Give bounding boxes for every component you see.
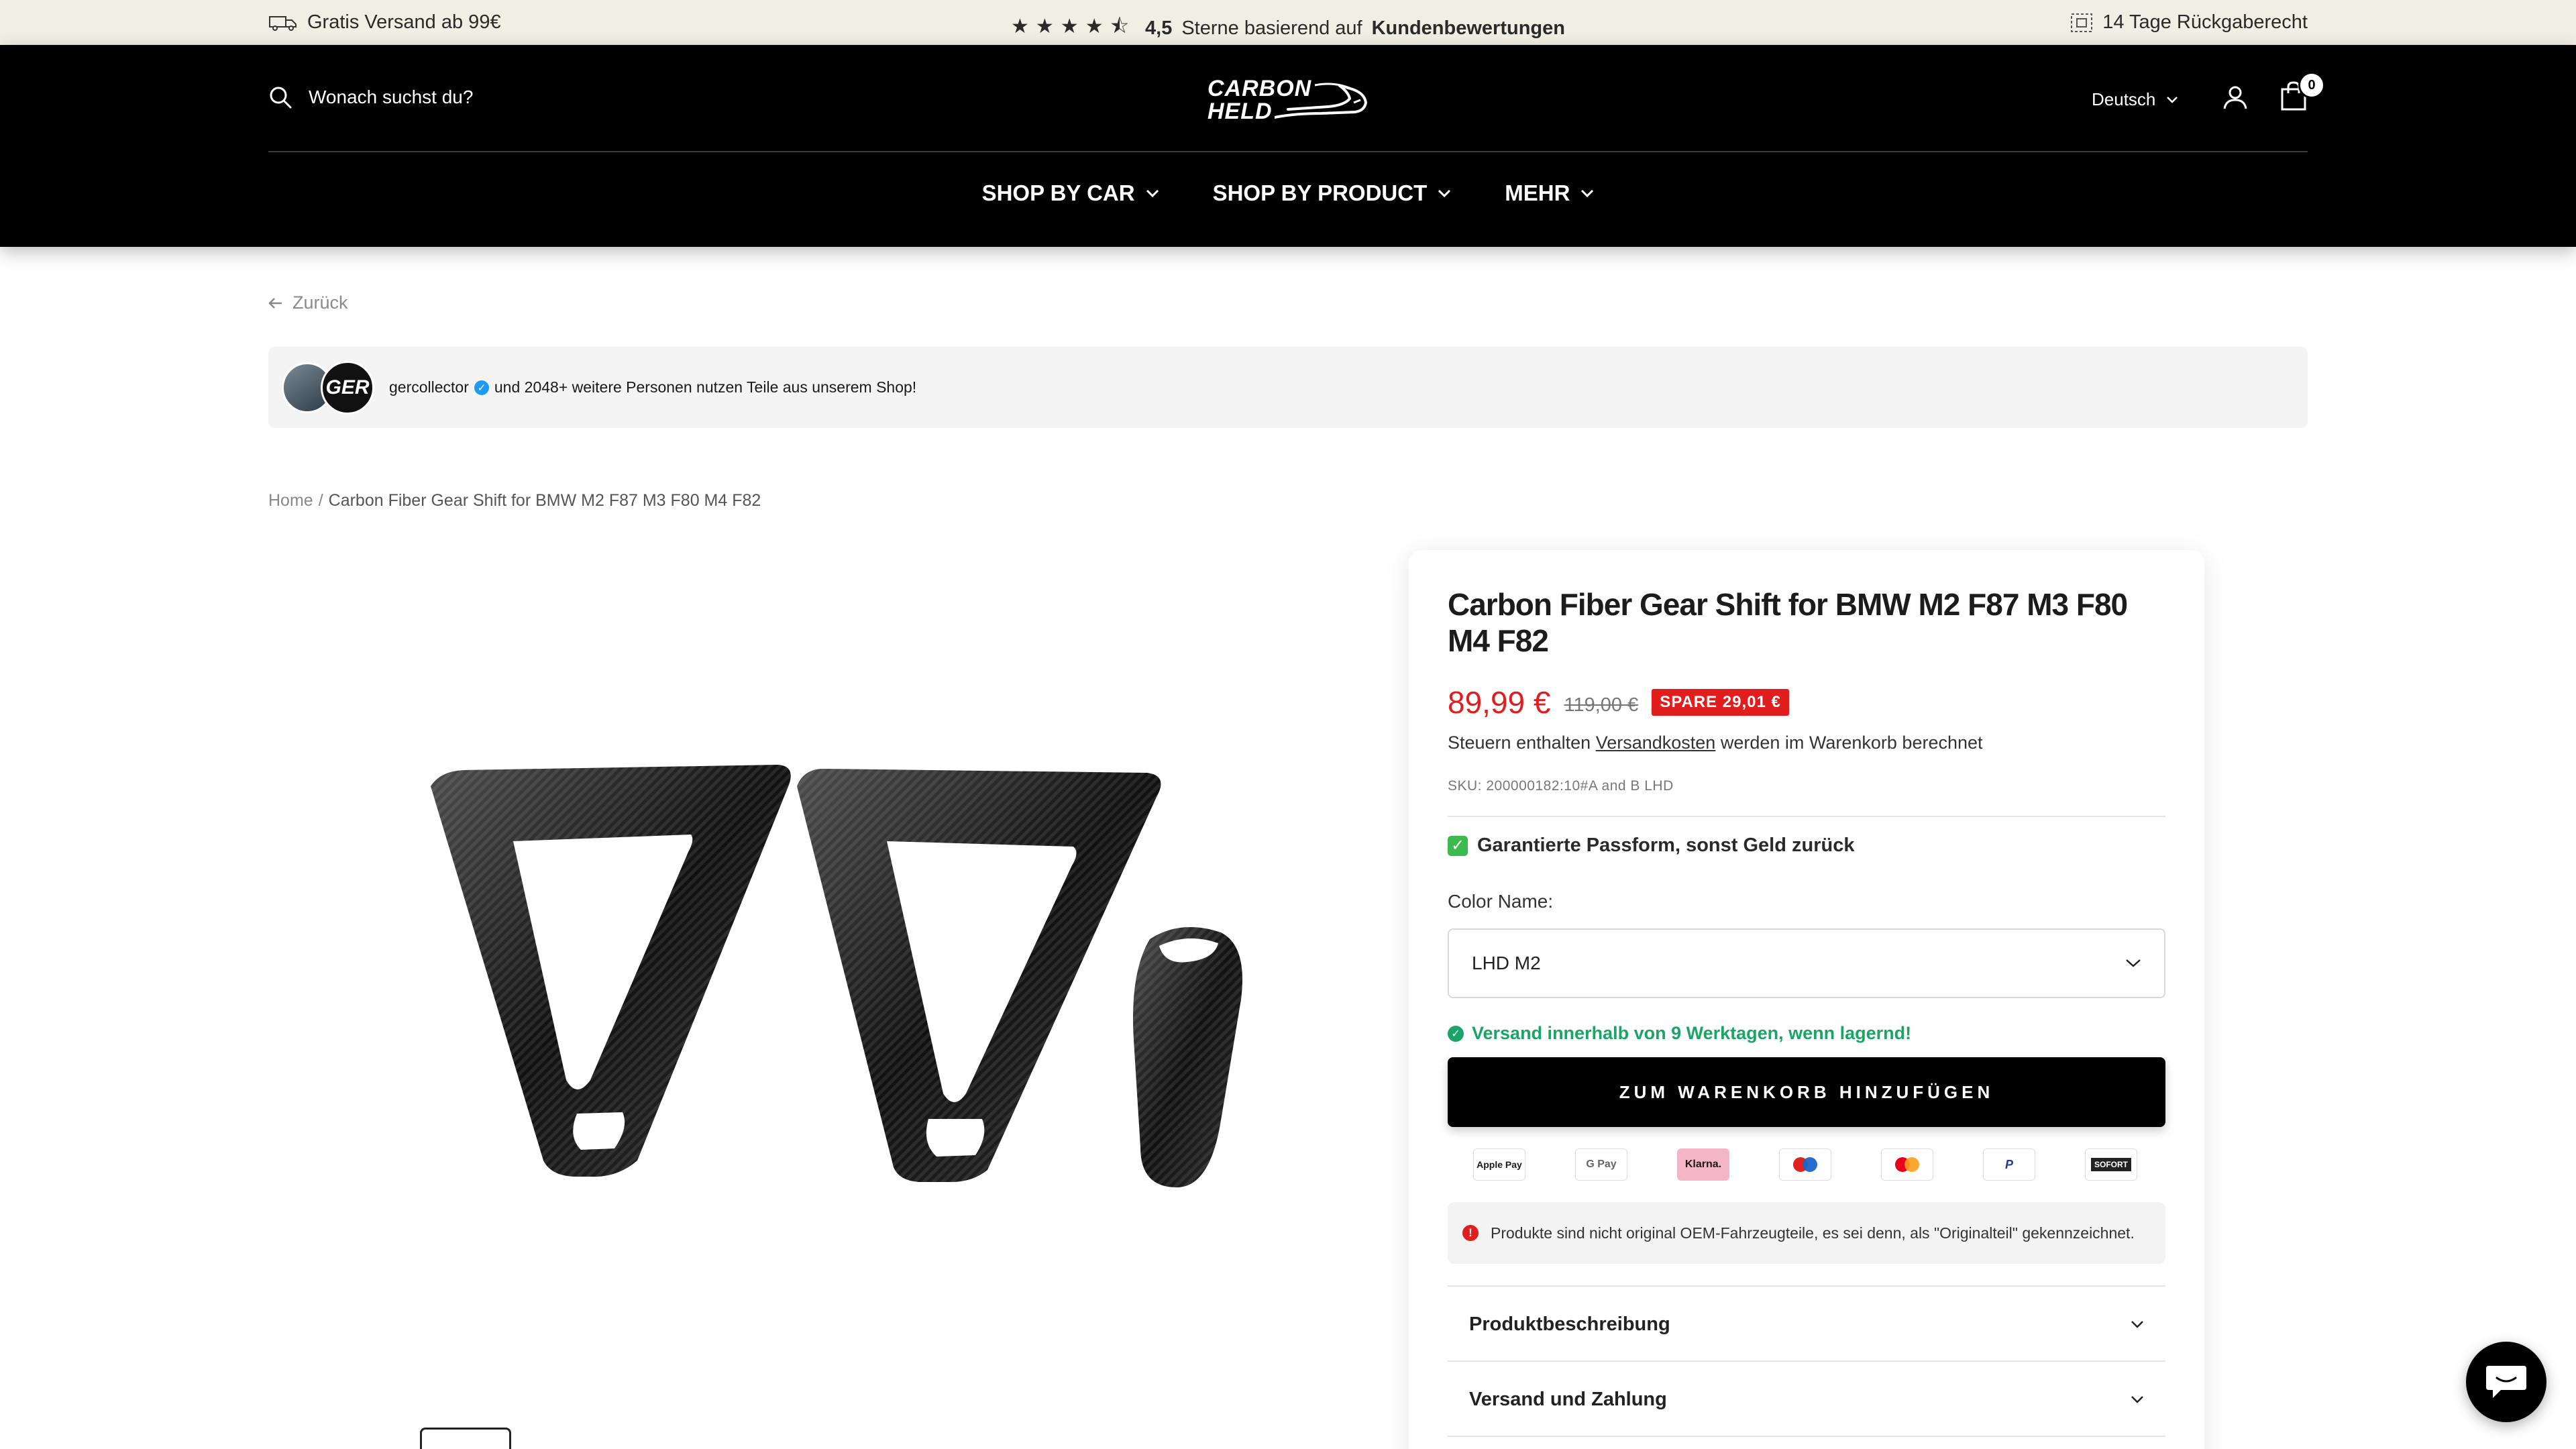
cart-button[interactable]: 0: [2279, 72, 2325, 114]
nav-label: MEHR: [1505, 180, 1570, 205]
social-username: gercollector: [389, 378, 469, 396]
search-bar[interactable]: Wonach suchst du?: [268, 85, 473, 109]
chevron-down-icon: [2131, 1321, 2143, 1328]
reviews-link[interactable]: Kundenbewertungen: [1372, 17, 1565, 40]
main-navigation: SHOP BY CAR SHOP BY PRODUCT MEHR: [0, 180, 2576, 206]
chevron-down-icon: [2167, 96, 2178, 103]
shipping-status: ✓ Versand innerhalb von 9 Werktagen, wen…: [1448, 1023, 1911, 1044]
rating-stars-icon: ★★★★⯪: [1011, 15, 1136, 38]
warning-icon: !: [1462, 1225, 1479, 1241]
checkmark-icon: ✓: [1448, 835, 1468, 856]
color-name-select[interactable]: LHD M2: [1448, 928, 2165, 998]
payment-methods: Apple Pay G Pay Klarna. P SOFORT: [1473, 1148, 2137, 1181]
accordion-shipping-payment[interactable]: Versand und Zahlung: [1448, 1362, 2165, 1437]
social-message: und 2048+ weitere Personen nutzen Teile …: [494, 378, 917, 396]
selected-option: LHD M2: [1472, 953, 1541, 973]
avatar: GER: [321, 360, 374, 415]
language-selector[interactable]: Deutsch: [2092, 89, 2178, 110]
sale-price: 89,99 €: [1448, 685, 1551, 720]
product-info-card: Carbon Fiber Gear Shift for BMW M2 F87 M…: [1409, 550, 2204, 1449]
nav-shop-by-car[interactable]: SHOP BY CAR: [982, 180, 1159, 206]
product-image[interactable]: [376, 570, 1342, 1389]
klarna-icon: Klarna.: [1677, 1148, 1729, 1181]
chevron-down-icon: [2131, 1396, 2143, 1403]
gallery-thumbnail[interactable]: [420, 1428, 511, 1449]
account-button[interactable]: [2222, 84, 2249, 114]
chevron-down-icon: [2126, 959, 2141, 967]
avatar-text: GER: [325, 376, 370, 398]
tax-suffix: werden im Warenkorb berechnet: [1720, 733, 1983, 753]
breadcrumb-current: Carbon Fiber Gear Shift for BMW M2 F87 M…: [328, 491, 761, 510]
back-link[interactable]: Zurück: [268, 292, 348, 313]
guarantee-text: Garantierte Passform, sonst Geld zurück: [1477, 835, 1855, 856]
tax-info: Steuern enthalten Versandkosten werden i…: [1448, 733, 1983, 753]
social-proof-text: gercollector ✓ und 2048+ weitere Persone…: [389, 378, 916, 396]
chevron-down-icon: [1581, 189, 1594, 197]
breadcrumb: Home / Carbon Fiber Gear Shift for BMW M…: [268, 491, 761, 511]
chat-bubble-icon: [2486, 1366, 2526, 1398]
apple-pay-icon: Apple Pay: [1473, 1148, 1525, 1181]
return-policy-text: 14 Tage Rückgaberecht: [2102, 11, 2308, 33]
accordion-label: Produktbeschreibung: [1469, 1313, 1670, 1335]
google-pay-icon: G Pay: [1575, 1148, 1627, 1181]
divider: [1448, 1436, 2165, 1437]
rating-text: Sterne basierend auf: [1181, 17, 1362, 39]
savings-badge: SPARE 29,01 €: [1652, 689, 1789, 716]
notice-text: Produkte sind nicht original OEM-Fahrzeu…: [1491, 1224, 2135, 1242]
maestro-icon: [1779, 1148, 1831, 1181]
fit-guarantee: ✓ Garantierte Passform, sonst Geld zurüc…: [1448, 835, 1854, 857]
chevron-down-icon: [1438, 189, 1451, 197]
arrow-left-icon: [268, 297, 282, 309]
return-policy-notice: 14 Tage Rückgaberecht: [2070, 11, 2308, 34]
nav-label: SHOP BY CAR: [981, 180, 1135, 205]
back-label: Zurück: [292, 292, 348, 313]
divider: [1448, 816, 2165, 817]
add-to-cart-button[interactable]: ZUM WARENKORB HINZUFÜGEN: [1448, 1057, 2165, 1127]
product-photo: [431, 765, 1242, 1187]
breadcrumb-home[interactable]: Home: [268, 491, 313, 511]
return-box-icon: [2071, 13, 2093, 32]
tax-prefix: Steuern enthalten: [1448, 733, 1591, 753]
paypal-icon: P: [1983, 1148, 2035, 1181]
nav-shop-by-product[interactable]: SHOP BY PRODUCT: [1213, 180, 1452, 206]
header-divider: [268, 151, 2308, 152]
price-row: 89,99 € 119,00 € SPARE 29,01 €: [1448, 684, 1789, 720]
nav-label: SHOP BY PRODUCT: [1212, 180, 1428, 205]
chat-button[interactable]: [2466, 1342, 2546, 1422]
accordion-label: Versand und Zahlung: [1469, 1388, 1667, 1410]
verified-badge-icon: ✓: [474, 380, 489, 395]
avatar-group: GER: [282, 360, 382, 415]
product-title: Carbon Fiber Gear Shift for BMW M2 F87 M…: [1448, 587, 2128, 658]
carbon-held-logo[interactable]: CARBON HELD: [1208, 73, 1368, 127]
option-label: Color Name:: [1448, 891, 1554, 912]
social-proof-banner: GER gercollector ✓ und 2048+ weitere Per…: [268, 347, 2308, 428]
logo-car-icon: [1275, 83, 1368, 119]
site-header: Wonach suchst du? CARBON HELD Deutsch 0 …: [0, 45, 2576, 247]
rating-value: 4,5: [1145, 17, 1173, 39]
accordion-product-description[interactable]: Produktbeschreibung: [1448, 1287, 2165, 1362]
language-label: Deutsch: [2092, 89, 2156, 109]
check-circle-icon: ✓: [1448, 1025, 1464, 1042]
announcement-bar: Gratis Versand ab 99€ ★★★★⯪ 4,5 Sterne b…: [0, 0, 2576, 45]
search-icon[interactable]: [268, 85, 292, 109]
chevron-down-icon: [1146, 189, 1159, 197]
user-icon: [2223, 86, 2247, 109]
cart-count-badge: 0: [2298, 72, 2325, 99]
breadcrumb-separator: /: [318, 491, 323, 510]
sofort-icon: SOFORT: [2085, 1148, 2137, 1181]
oem-notice: ! Produkte sind nicht original OEM-Fahrz…: [1448, 1202, 2165, 1264]
compare-price: 119,00 €: [1564, 694, 1639, 716]
shipping-costs-link[interactable]: Versandkosten: [1596, 733, 1716, 753]
shipping-text: Versand innerhalb von 9 Werktagen, wenn …: [1472, 1023, 1912, 1043]
logo-line-2: HELD: [1208, 99, 1273, 124]
nav-mehr[interactable]: MEHR: [1505, 180, 1594, 206]
search-input[interactable]: Wonach suchst du?: [309, 87, 473, 108]
mastercard-icon: [1881, 1148, 1933, 1181]
product-sku: SKU: 200000182:10#A and B LHD: [1448, 778, 1674, 794]
